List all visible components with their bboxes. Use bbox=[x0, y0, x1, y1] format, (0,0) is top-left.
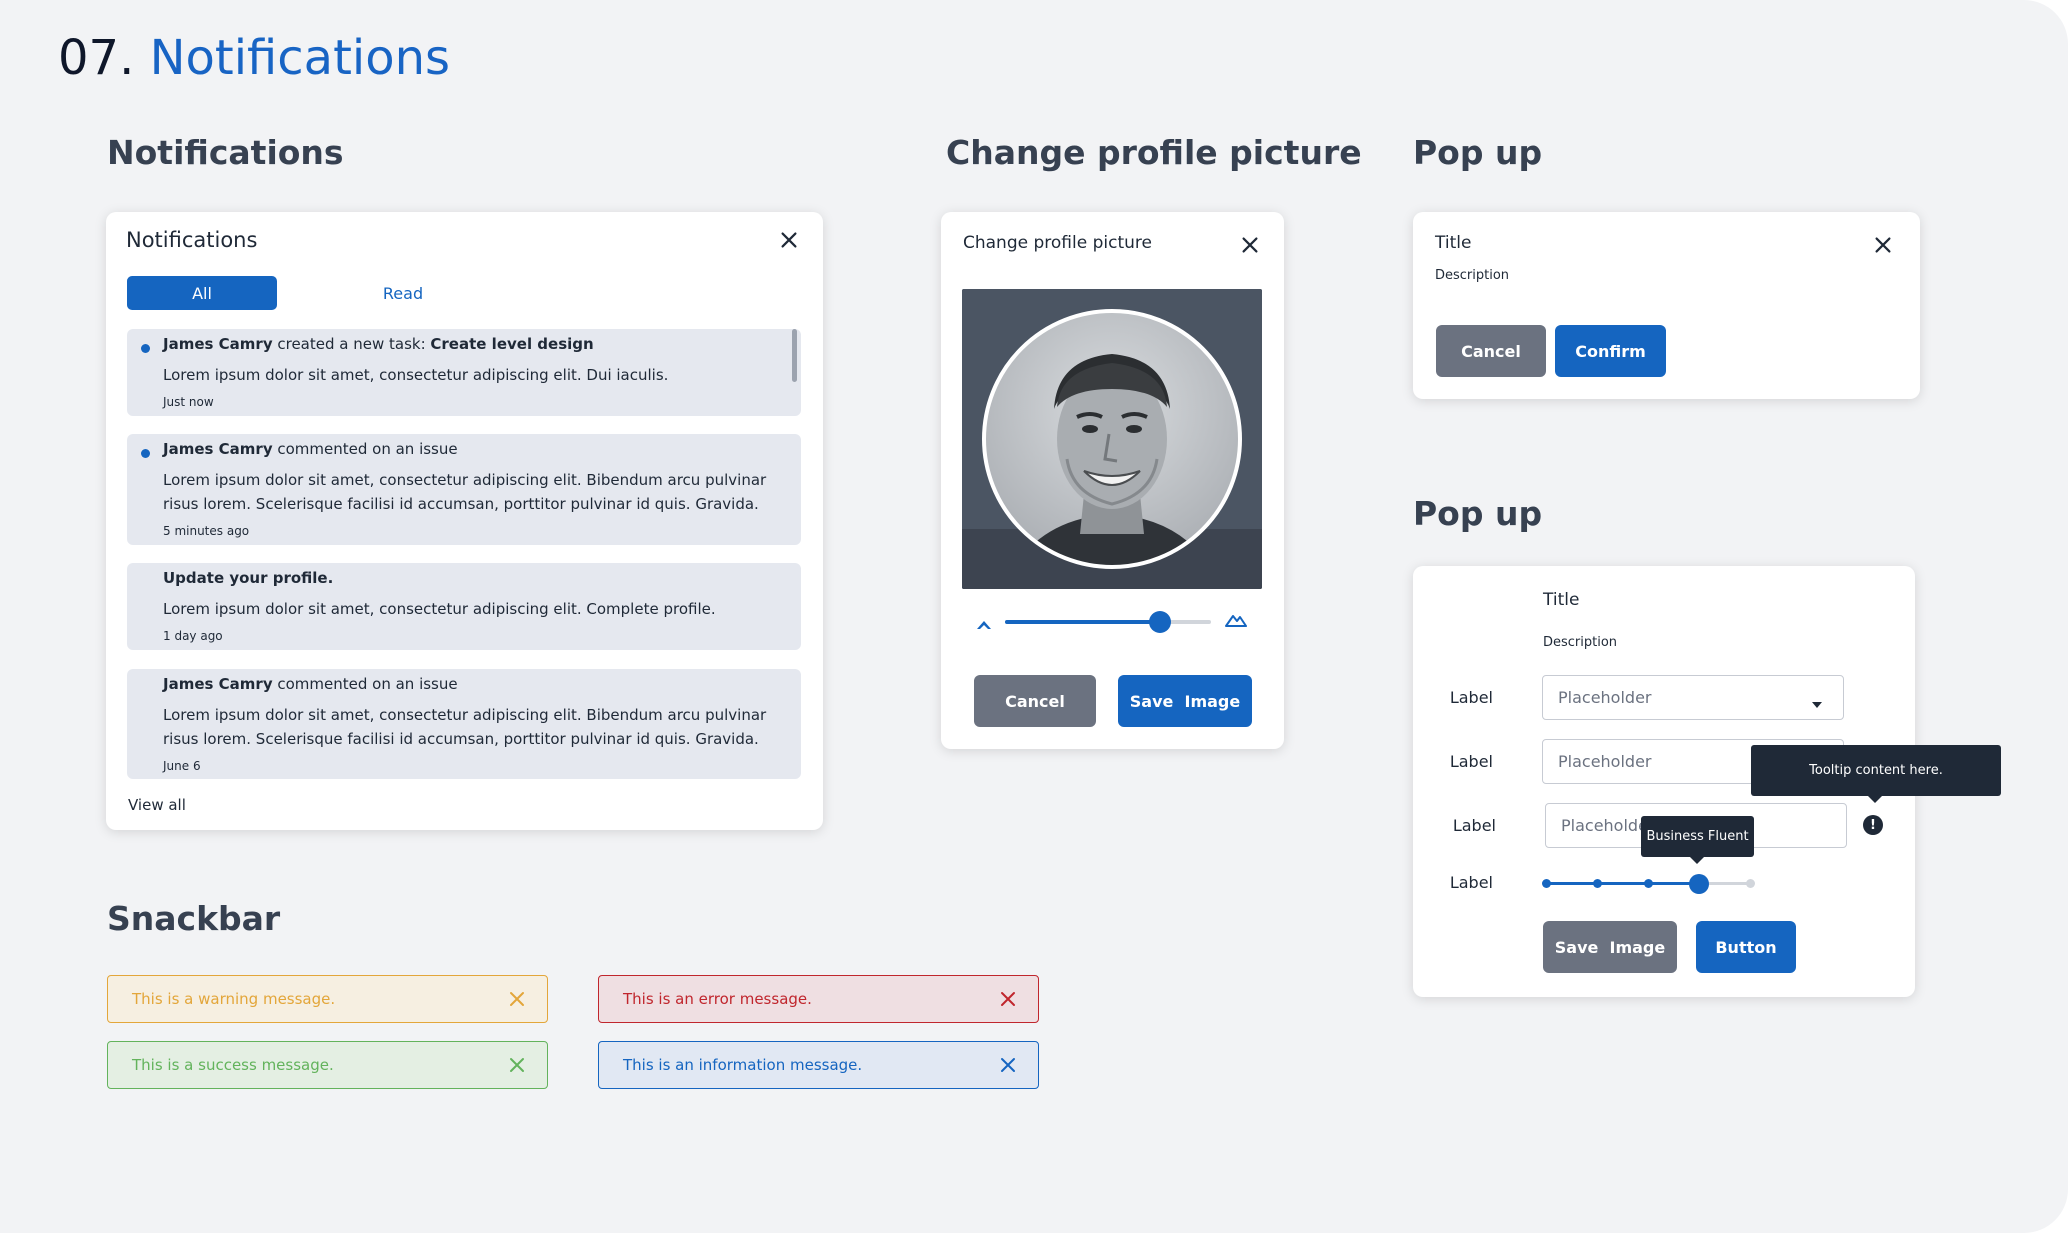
close-icon[interactable] bbox=[507, 989, 527, 1009]
notification-item[interactable]: James Camry commented on an issue Lorem … bbox=[127, 434, 801, 545]
field-label: Label bbox=[1449, 752, 1493, 771]
step-slider-fill bbox=[1546, 882, 1699, 885]
dialog-title: Change profile picture bbox=[963, 233, 1152, 253]
notification-author: James Camry bbox=[163, 675, 273, 693]
notification-action: created a new task: bbox=[272, 335, 431, 353]
notifications-panel: Notifications All Read James Camry creat… bbox=[106, 212, 823, 830]
snackbar-text: This is an error message. bbox=[623, 990, 812, 1008]
notification-author: James Camry bbox=[163, 335, 273, 353]
chevron-down-icon bbox=[1811, 694, 1823, 708]
close-icon[interactable] bbox=[1872, 234, 1894, 256]
section-title-notifications: Notifications bbox=[107, 133, 344, 172]
cancel-button[interactable]: Cancel bbox=[1436, 325, 1546, 377]
primary-button[interactable]: Button bbox=[1696, 921, 1796, 973]
slider-tooltip-arrow bbox=[1690, 857, 1704, 864]
close-icon[interactable] bbox=[507, 1055, 527, 1075]
snackbar-error: This is an error message. bbox=[598, 975, 1039, 1023]
snackbar-warning: This is a warning message. bbox=[107, 975, 548, 1023]
notification-heading: Update your profile. bbox=[163, 569, 333, 587]
zoom-slider-fill bbox=[1005, 620, 1160, 624]
close-icon[interactable] bbox=[998, 989, 1018, 1009]
page-canvas: 07. Notifications Notifications Change p… bbox=[0, 0, 2068, 1233]
tab-all[interactable]: All bbox=[127, 276, 277, 310]
notification-item[interactable]: Update your profile. Lorem ipsum dolor s… bbox=[127, 563, 801, 650]
unread-dot bbox=[141, 344, 150, 353]
field-label: Label bbox=[1449, 873, 1493, 892]
page-title: 07. Notifications bbox=[58, 30, 450, 86]
section-title-popup-form: Pop up bbox=[1413, 494, 1543, 533]
scrollbar-thumb[interactable] bbox=[792, 329, 797, 382]
select-placeholder: Placeholder bbox=[1558, 688, 1652, 707]
notification-body: Lorem ipsum dolor sit amet, consectetur … bbox=[163, 366, 669, 384]
notification-item[interactable]: James Camry created a new task: Create l… bbox=[127, 329, 801, 416]
notification-time: June 6 bbox=[163, 759, 201, 773]
notification-target: Create level design bbox=[430, 335, 594, 353]
notification-author: Update your profile. bbox=[163, 569, 334, 587]
popup-description: Description bbox=[1543, 635, 1618, 650]
confirm-button[interactable]: Confirm bbox=[1555, 325, 1666, 377]
popup-description: Description bbox=[1435, 268, 1510, 283]
notifications-panel-title: Notifications bbox=[126, 228, 258, 252]
info-icon[interactable]: ! bbox=[1863, 815, 1883, 835]
slider-tooltip-text: Business Fluent bbox=[1646, 829, 1749, 844]
step-slider-dot[interactable] bbox=[1746, 879, 1755, 888]
notification-item[interactable]: James Camry commented on an issue Lorem … bbox=[127, 669, 801, 779]
notification-action: commented on an issue bbox=[272, 440, 458, 458]
notification-time: Just now bbox=[163, 395, 214, 409]
close-icon[interactable] bbox=[778, 229, 800, 251]
save-image-button[interactable]: Save Image bbox=[1543, 921, 1677, 973]
info-tooltip-text: Tooltip content here. bbox=[1809, 763, 1943, 778]
zoom-slider-track[interactable] bbox=[1005, 611, 1211, 633]
tab-read[interactable]: Read bbox=[328, 276, 478, 310]
snackbar-success: This is a success message. bbox=[107, 1041, 548, 1089]
step-slider-dot[interactable] bbox=[1593, 879, 1602, 888]
notification-time: 5 minutes ago bbox=[163, 524, 250, 538]
field-label: Label bbox=[1452, 816, 1496, 835]
section-title-change-picture: Change profile picture bbox=[946, 133, 1362, 172]
unread-dot bbox=[141, 449, 150, 458]
zoom-in-icon[interactable] bbox=[1225, 612, 1247, 627]
zoom-slider-thumb[interactable] bbox=[1149, 611, 1171, 633]
section-title-popup: Pop up bbox=[1413, 133, 1543, 172]
notification-body: Lorem ipsum dolor sit amet, consectetur … bbox=[163, 706, 767, 748]
profile-photo bbox=[962, 289, 1262, 589]
info-tooltip-arrow bbox=[1868, 796, 1882, 803]
snackbar-info: This is an information message. bbox=[598, 1041, 1039, 1089]
notification-body: Lorem ipsum dolor sit amet, consectetur … bbox=[163, 600, 716, 618]
profile-photo-crop-area[interactable] bbox=[962, 289, 1262, 589]
step-slider-track[interactable] bbox=[1542, 874, 1755, 894]
field-label: Label bbox=[1449, 688, 1493, 707]
snackbar-text: This is a success message. bbox=[132, 1056, 334, 1074]
section-title-snackbar: Snackbar bbox=[107, 899, 281, 938]
popup-title: Title bbox=[1543, 590, 1580, 610]
snackbar-text: This is a warning message. bbox=[132, 990, 336, 1008]
notification-action: commented on an issue bbox=[272, 675, 458, 693]
popup-dialog: Title Description Cancel Confirm bbox=[1413, 212, 1920, 399]
slider-tooltip: Business Fluent bbox=[1641, 816, 1754, 857]
notification-body: Lorem ipsum dolor sit amet, consectetur … bbox=[163, 471, 767, 513]
save-image-button[interactable]: Save Image bbox=[1118, 675, 1252, 727]
snackbar-text: This is an information message. bbox=[623, 1056, 863, 1074]
notification-heading: James Camry created a new task: Create l… bbox=[163, 335, 594, 353]
cancel-button[interactable]: Cancel bbox=[974, 675, 1096, 727]
step-slider-thumb[interactable] bbox=[1689, 874, 1709, 894]
notification-time: 1 day ago bbox=[163, 629, 223, 643]
info-tooltip: Tooltip content here. bbox=[1751, 745, 2001, 796]
page-title-text: Notifications bbox=[149, 30, 451, 86]
view-all-link[interactable]: View all bbox=[128, 796, 186, 814]
notification-author: James Camry bbox=[163, 440, 273, 458]
zoom-out-icon[interactable] bbox=[976, 615, 992, 629]
notification-heading: James Camry commented on an issue bbox=[163, 675, 458, 693]
step-slider-dot[interactable] bbox=[1542, 879, 1551, 888]
close-icon[interactable] bbox=[998, 1055, 1018, 1075]
page-number: 07. bbox=[58, 30, 135, 86]
step-slider-dot[interactable] bbox=[1644, 879, 1653, 888]
notification-heading: James Camry commented on an issue bbox=[163, 440, 458, 458]
select-field[interactable]: Placeholder bbox=[1542, 675, 1844, 720]
popup-title: Title bbox=[1435, 233, 1472, 253]
close-icon[interactable] bbox=[1239, 234, 1261, 256]
text-field-placeholder: Placeholder bbox=[1558, 752, 1652, 771]
profile-picture-dialog: Change profile picture Cancel Save Image bbox=[941, 212, 1284, 749]
